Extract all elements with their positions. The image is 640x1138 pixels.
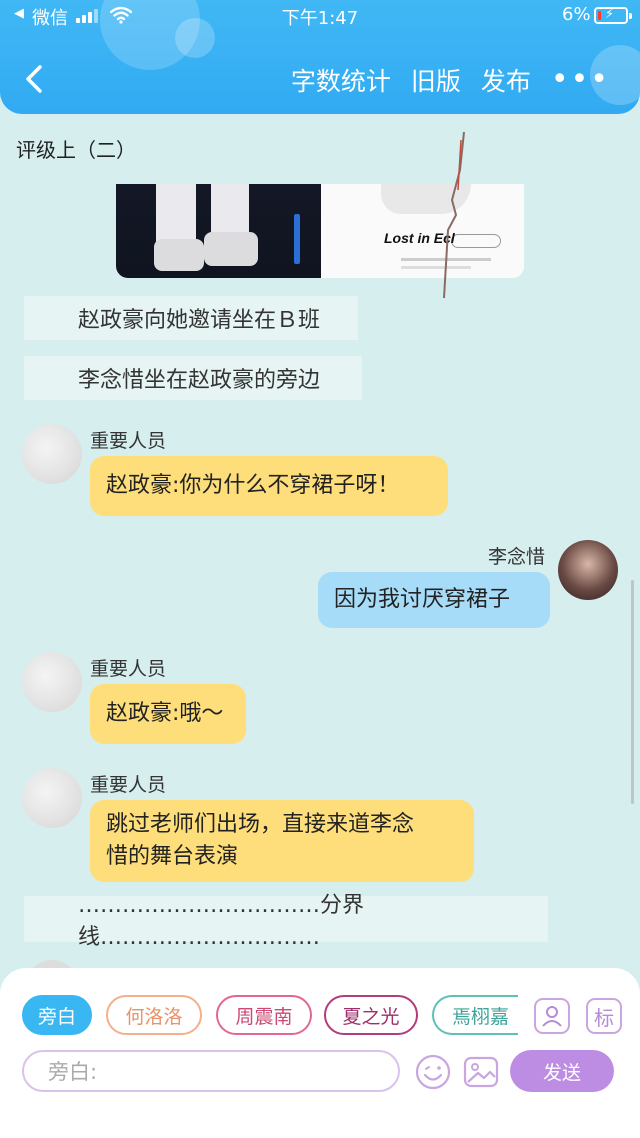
back-arrow-icon[interactable] (22, 64, 48, 94)
divider-narration[interactable]: ……………………………分界线………………………… (24, 893, 548, 950)
battery-icon: ⚡ (594, 7, 632, 24)
role-chip[interactable]: 焉栩嘉 (432, 995, 518, 1035)
message-input[interactable]: 旁白: (22, 1050, 400, 1092)
battery-percent: 6% (562, 4, 591, 25)
charging-icon: ⚡ (605, 7, 615, 22)
avatar[interactable] (558, 540, 618, 600)
speaker-name: 重要人员 (90, 430, 167, 452)
header-actions: 字数统计 旧版 发布 ••• (291, 62, 610, 98)
chat-bubble[interactable]: 跳过老师们出场，直接来道李念 惜的舞台表演 (90, 800, 474, 882)
role-chip[interactable]: 周震南 (216, 995, 312, 1035)
speaker-name: 重要人员 (90, 774, 167, 796)
narration-block[interactable]: 赵政豪向她邀请坐在Ｂ班 (24, 296, 358, 340)
publish-button[interactable]: 发布 (481, 62, 531, 98)
send-button[interactable]: 发送 (510, 1050, 614, 1092)
chat-bubble[interactable]: 赵政豪:哦～ (90, 684, 246, 744)
chapter-title: 评级上（二） (16, 138, 136, 162)
chat-bubble-line: 跳过老师们出场，直接来道李念 (106, 812, 415, 837)
word-count-button[interactable]: 字数统计 (291, 62, 391, 98)
app-header: ◀ 微信 下午1:47 6% ⚡ 字数统计 旧版 发布 ••• (0, 0, 640, 114)
old-version-button[interactable]: 旧版 (411, 62, 461, 98)
scribble-mark (443, 131, 465, 299)
clock: 下午1:47 (281, 8, 359, 29)
emoji-icon[interactable] (414, 1053, 452, 1091)
more-icon[interactable]: ••• (551, 65, 610, 95)
chat-bubble-line: 惜的舞台表演 (106, 844, 239, 869)
chat-bubble[interactable]: 赵政豪:你为什么不穿裙子呀！ (90, 456, 448, 516)
stage-photo (116, 184, 321, 278)
speaker-name: 重要人员 (90, 658, 167, 680)
image-icon[interactable] (462, 1053, 500, 1091)
status-bar: ◀ 微信 下午1:47 6% ⚡ (0, 0, 640, 34)
avatar[interactable] (22, 652, 82, 712)
speaker-name: 李念惜 (488, 546, 546, 568)
battery-level (598, 11, 601, 20)
avatar[interactable] (22, 768, 82, 828)
tag-icon[interactable]: 标 (586, 998, 622, 1034)
chat-bubble[interactable]: 因为我讨厌穿裙子 (318, 572, 550, 628)
role-chip[interactable]: 何洛洛 (106, 995, 202, 1035)
person-glyph (542, 1006, 562, 1027)
narration-block[interactable]: 李念惜坐在赵政豪的旁边 (24, 356, 362, 400)
role-chip-narrator[interactable]: 旁白 (22, 995, 92, 1035)
scrollbar[interactable] (631, 580, 634, 804)
role-chip[interactable]: 夏之光 (324, 995, 418, 1035)
avatar[interactable] (22, 424, 82, 484)
person-icon[interactable] (534, 998, 570, 1034)
